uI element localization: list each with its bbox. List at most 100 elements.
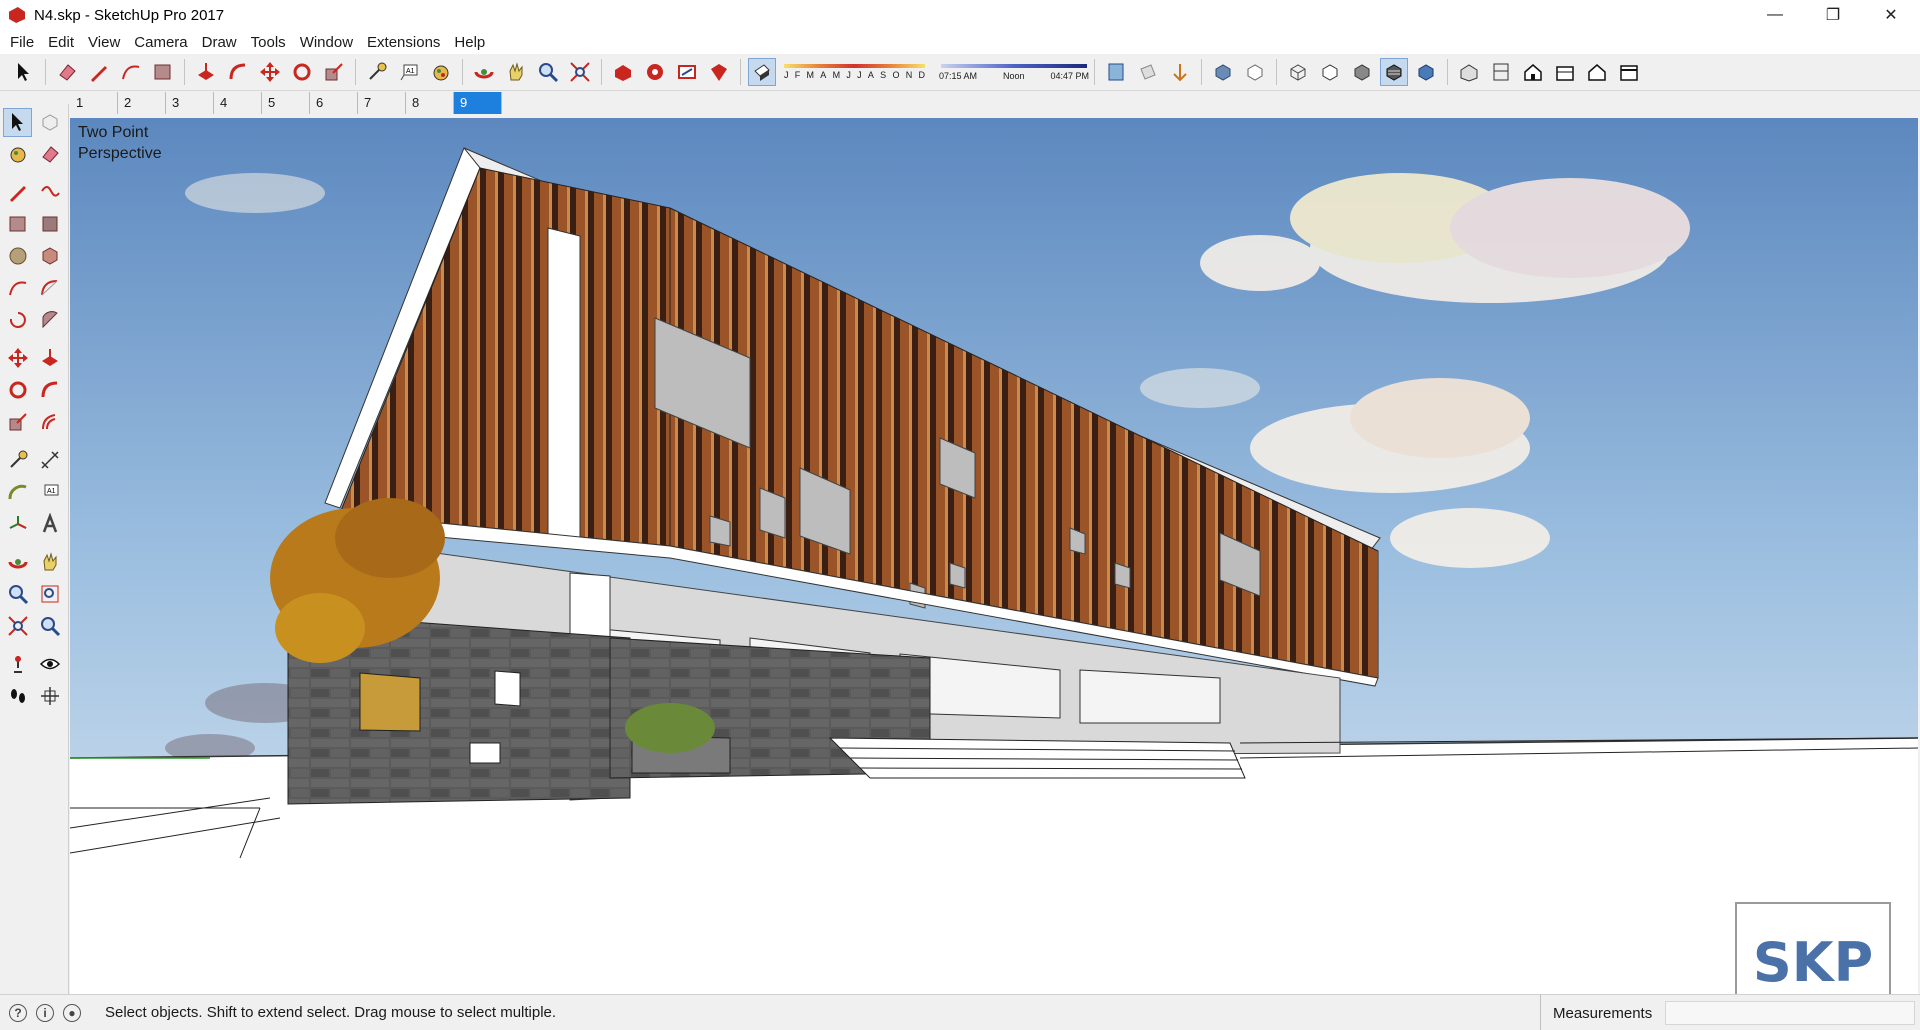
zoom-icon[interactable] <box>534 58 562 86</box>
scene-tab-7[interactable]: 7 <box>358 92 406 114</box>
polygon-tool-icon[interactable] <box>35 242 64 271</box>
scene-tab-8[interactable]: 8 <box>406 92 454 114</box>
user-account-icon[interactable]: ● <box>63 1003 81 1022</box>
pan-hand-icon[interactable] <box>35 548 64 577</box>
look-around-eye-icon[interactable] <box>35 650 64 679</box>
monochrome-style-icon[interactable] <box>1412 58 1440 86</box>
rotated-rectangle-icon[interactable] <box>35 210 64 239</box>
back-edges-style-icon[interactable] <box>1241 58 1269 86</box>
two-point-arc-icon[interactable] <box>35 274 64 303</box>
scene-tab-9[interactable]: 9 <box>454 92 502 114</box>
move-tool-icon[interactable] <box>3 344 32 373</box>
zoom-extents-icon[interactable] <box>3 612 32 641</box>
scale-tool-icon[interactable] <box>3 408 32 437</box>
menu-file[interactable]: File <box>3 34 41 51</box>
scene-tab-6[interactable]: 6 <box>310 92 358 114</box>
rotate-tool-icon[interactable] <box>288 58 316 86</box>
pie-tool-icon[interactable] <box>35 306 64 335</box>
walk-footprints-icon[interactable] <box>3 682 32 711</box>
circle-tool-icon[interactable] <box>3 242 32 271</box>
select-tool-icon[interactable] <box>3 107 32 137</box>
xray-style-icon[interactable] <box>1209 58 1237 86</box>
rectangle-tool-icon[interactable] <box>149 58 177 86</box>
3d-warehouse-icon[interactable] <box>609 58 637 86</box>
orbit-icon[interactable] <box>3 548 32 577</box>
zoom-icon[interactable] <box>3 580 32 609</box>
scene-tab-4[interactable]: 4 <box>214 92 262 114</box>
axes-tool-icon[interactable] <box>3 510 32 539</box>
menu-view[interactable]: View <box>81 34 127 51</box>
shaded-textures-style-icon[interactable] <box>1380 58 1408 86</box>
line-tool-icon[interactable] <box>3 178 32 207</box>
extension-manager-icon[interactable] <box>705 58 733 86</box>
section-plane-tool-icon[interactable] <box>35 682 64 711</box>
paint-bucket-icon[interactable] <box>427 58 455 86</box>
position-camera-icon[interactable] <box>3 650 32 679</box>
previous-view-icon[interactable] <box>35 612 64 641</box>
3d-text-icon[interactable] <box>35 510 64 539</box>
rectangle-tool-icon[interactable] <box>3 210 32 239</box>
restore-button[interactable]: ❐ <box>1804 0 1862 30</box>
menu-draw[interactable]: Draw <box>195 34 244 51</box>
orbit-icon[interactable] <box>470 58 498 86</box>
month-slider[interactable]: J F M A M J J A S O N D <box>782 58 927 86</box>
menu-help[interactable]: Help <box>447 34 492 51</box>
menu-tools[interactable]: Tools <box>244 34 293 51</box>
left-view-icon[interactable] <box>1615 58 1643 86</box>
tape-measure-icon[interactable] <box>363 58 391 86</box>
layout-send-icon[interactable] <box>673 58 701 86</box>
credits-info-icon[interactable]: i <box>36 1003 54 1022</box>
text-tool-icon[interactable]: A1 <box>35 478 64 507</box>
scene-tab-1[interactable]: 1 <box>70 92 118 114</box>
pencil-line-icon[interactable] <box>85 58 113 86</box>
shadows-toggle-icon[interactable] <box>748 58 776 86</box>
time-slider[interactable]: 07:15 AM Noon 04:47 PM <box>939 58 1089 86</box>
text-tool-icon[interactable]: A1 <box>395 58 423 86</box>
paint-bucket-icon[interactable] <box>3 140 32 169</box>
scene-tab-2[interactable]: 2 <box>118 92 166 114</box>
rotate-tool-icon[interactable] <box>3 376 32 405</box>
shaded-style-icon[interactable] <box>1348 58 1376 86</box>
eraser-icon[interactable] <box>35 140 64 169</box>
geo-location-icon[interactable]: ? <box>9 1003 27 1022</box>
push-pull-icon[interactable] <box>192 58 220 86</box>
section-cuts-icon[interactable] <box>1166 58 1194 86</box>
pan-hand-icon[interactable] <box>502 58 530 86</box>
arc-tool-icon[interactable] <box>3 274 32 303</box>
make-component-icon[interactable] <box>35 108 64 137</box>
menu-edit[interactable]: Edit <box>41 34 81 51</box>
wireframe-style-icon[interactable] <box>1284 58 1312 86</box>
extension-warehouse-icon[interactable] <box>641 58 669 86</box>
iso-view-icon[interactable] <box>1455 58 1483 86</box>
move-tool-icon[interactable] <box>256 58 284 86</box>
tape-measure-icon[interactable] <box>3 446 32 475</box>
protractor-icon[interactable] <box>3 478 32 507</box>
follow-me-icon[interactable] <box>224 58 252 86</box>
eraser-icon[interactable] <box>53 58 81 86</box>
modeling-viewport[interactable]: Two Point Perspective <box>70 118 1918 994</box>
zoom-extents-icon[interactable] <box>566 58 594 86</box>
scene-tab-5[interactable]: 5 <box>262 92 310 114</box>
scale-tool-icon[interactable] <box>320 58 348 86</box>
top-view-icon[interactable] <box>1487 58 1515 86</box>
freehand-tool-icon[interactable] <box>35 178 64 207</box>
section-plane-icon[interactable] <box>1102 58 1130 86</box>
zoom-window-icon[interactable] <box>35 580 64 609</box>
arc-tool-icon[interactable] <box>117 58 145 86</box>
scene-tab-3[interactable]: 3 <box>166 92 214 114</box>
dimension-tool-icon[interactable] <box>35 446 64 475</box>
display-section-planes-icon[interactable] <box>1134 58 1162 86</box>
front-view-icon[interactable] <box>1519 58 1547 86</box>
measurements-input[interactable] <box>1665 1001 1915 1025</box>
close-button[interactable]: ✕ <box>1862 0 1920 30</box>
menu-camera[interactable]: Camera <box>127 34 194 51</box>
menu-extensions[interactable]: Extensions <box>360 34 447 51</box>
right-view-icon[interactable] <box>1551 58 1579 86</box>
hidden-line-style-icon[interactable] <box>1316 58 1344 86</box>
follow-me-icon[interactable] <box>35 376 64 405</box>
select-tool-icon[interactable] <box>10 58 38 86</box>
three-point-arc-icon[interactable] <box>3 306 32 335</box>
offset-tool-icon[interactable] <box>35 408 64 437</box>
menu-window[interactable]: Window <box>293 34 360 51</box>
push-pull-icon[interactable] <box>35 344 64 373</box>
